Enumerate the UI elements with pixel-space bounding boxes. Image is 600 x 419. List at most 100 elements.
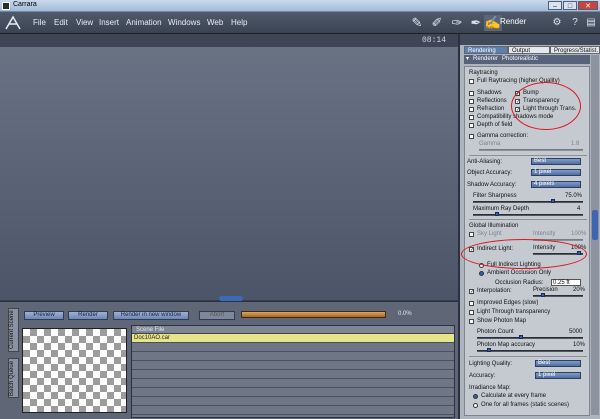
precision-knob[interactable] (541, 293, 545, 297)
photon-count-label: Photon Count (477, 329, 514, 335)
scene-row-empty[interactable] (132, 388, 454, 397)
reflections-checkbox[interactable] (469, 99, 474, 104)
scene-row-empty[interactable] (132, 352, 454, 361)
preview-button[interactable]: Preview (24, 311, 64, 320)
model-room-icon[interactable]: ✐ (428, 15, 446, 31)
accuracy-label: Accuracy: (469, 373, 496, 379)
gamma-label: Gamma correction: (477, 133, 529, 139)
show-photon-map-checkbox[interactable] (469, 319, 474, 324)
tab-batch-queue[interactable]: Batch Queue (8, 358, 19, 398)
panel-toggle-icon[interactable]: ▤ (582, 15, 600, 31)
gamma-slider[interactable] (479, 149, 583, 151)
light-transparency-checkbox[interactable] (469, 310, 474, 315)
scene-row-empty[interactable] (132, 370, 454, 379)
every-frame-label: Calculate at every frame (481, 393, 547, 399)
filter-sharpness-knob[interactable] (551, 199, 555, 203)
improved-edges-checkbox[interactable] (469, 301, 474, 306)
gamma-checkbox[interactable] (469, 134, 474, 139)
scene-row[interactable]: Doc10AO.car (132, 334, 454, 343)
tab-rendering[interactable]: Rendering (464, 46, 508, 54)
ambient-occlusion-radio[interactable] (479, 271, 484, 276)
sky-light-label: Sky Light (477, 231, 502, 237)
menu-animation[interactable]: Animation (126, 18, 162, 27)
menu-windows[interactable]: Windows (168, 18, 200, 27)
menu-edit[interactable]: Edit (54, 18, 68, 27)
photon-count-knob[interactable] (519, 335, 523, 339)
divider (469, 155, 587, 156)
menu-view[interactable]: View (76, 18, 93, 27)
abort-button[interactable]: Abort (199, 311, 235, 320)
scene-row-empty[interactable] (132, 343, 454, 352)
scene-row-empty[interactable] (132, 406, 454, 415)
carrara-logo-icon (5, 15, 21, 30)
max-ray-depth-value: 4 (577, 206, 581, 212)
show-photon-map-label: Show Photon Map (477, 318, 527, 324)
renderer-row[interactable]: ▾ Renderer Photorealistic (464, 55, 590, 64)
light-transparency-label: Light Through transparency (477, 309, 551, 315)
render-preview-thumbnail (22, 328, 127, 413)
tab-progress-statistics[interactable]: Progress/Statist. (550, 46, 600, 54)
compat-shadows-checkbox[interactable] (469, 115, 474, 120)
filter-sharpness-label: Filter Sharpness (473, 193, 517, 199)
rendering-settings: Raytracing Full Raytracing (higher Quali… (461, 66, 590, 416)
full-raytracing-checkbox[interactable] (469, 79, 474, 84)
render-viewport[interactable]: 08:14 (0, 34, 458, 300)
interpolation-label: Interpolation: (477, 288, 512, 294)
antialias-dropdown[interactable]: Best (531, 158, 581, 165)
shadow-accuracy-dropdown[interactable]: 4 pixels (531, 181, 581, 188)
max-ray-depth-slider[interactable] (473, 214, 583, 216)
maximize-button[interactable]: □ (563, 1, 577, 10)
menu-help[interactable]: Help (231, 18, 247, 27)
scene-list[interactable]: Scene File Doc10AO.car (131, 325, 455, 418)
irradiance-map-label: Irradiance Map: (469, 385, 511, 391)
sky-light-checkbox[interactable] (469, 232, 474, 237)
assemble-room-icon[interactable]: ✎ (408, 15, 426, 31)
viewport-header: 08:14 (0, 34, 458, 47)
render-new-window-button[interactable]: Render in new window (113, 311, 189, 320)
precision-label: Precision (533, 287, 558, 293)
renderer-value[interactable]: Photorealistic (502, 55, 538, 64)
texture-room-icon[interactable]: ✒ (467, 15, 485, 31)
scene-list-header: Scene File (132, 326, 454, 334)
render-button[interactable]: Render (68, 311, 108, 320)
menu-web[interactable]: Web (207, 18, 223, 27)
refraction-label: Refraction (477, 106, 505, 112)
scene-row-empty[interactable] (132, 379, 454, 388)
menu-insert[interactable]: Insert (99, 18, 119, 27)
antialias-label: Anti-Aliasing: (467, 159, 503, 165)
divider (469, 219, 587, 220)
photon-accuracy-knob[interactable] (487, 348, 491, 352)
minimize-button[interactable]: – (548, 1, 562, 10)
dropdown-arrow-icon: ▾ (466, 56, 470, 62)
settings-icon[interactable]: ⚙ (548, 15, 566, 31)
photon-accuracy-slider[interactable] (477, 350, 583, 352)
renderer-label: Renderer (473, 56, 499, 62)
close-button[interactable]: ✕ (578, 1, 598, 10)
menu-file[interactable]: File (33, 18, 46, 27)
lighting-quality-dropdown[interactable]: Best (535, 360, 581, 367)
occlusion-radius-field[interactable]: 0.25 ft (551, 279, 581, 286)
max-ray-depth-knob[interactable] (495, 212, 499, 216)
photon-count-slider[interactable] (477, 337, 583, 339)
every-frame-radio[interactable] (473, 394, 478, 399)
one-for-all-radio[interactable] (473, 403, 478, 408)
tab-current-scene[interactable]: Current Scene (8, 308, 19, 352)
panel-scrollbar-thumb[interactable] (592, 210, 598, 240)
depth-of-field-label: Depth of field (477, 122, 513, 128)
filter-sharpness-slider[interactable] (473, 201, 583, 203)
interpolation-checkbox[interactable]: ✓ (469, 289, 474, 295)
accuracy-dropdown[interactable]: 1 pixel (535, 372, 581, 379)
scene-row-empty[interactable] (132, 361, 454, 370)
shadow-accuracy-label: Shadow Accuracy: (467, 182, 517, 188)
storyboard-room-icon[interactable]: ✑ (448, 15, 466, 31)
refraction-checkbox[interactable] (469, 107, 474, 112)
depth-of-field-checkbox[interactable] (469, 123, 474, 128)
shadows-checkbox[interactable] (469, 91, 474, 96)
sky-intensity-value: 100% (571, 231, 587, 237)
menu-bar: File Edit View Insert Animation Windows … (0, 12, 600, 34)
object-accuracy-dropdown[interactable]: 1 pixel (531, 169, 581, 176)
tab-output[interactable]: Output (508, 46, 550, 54)
divider (469, 356, 587, 357)
scene-row-empty[interactable] (132, 397, 454, 406)
precision-value: 20% (573, 287, 586, 293)
